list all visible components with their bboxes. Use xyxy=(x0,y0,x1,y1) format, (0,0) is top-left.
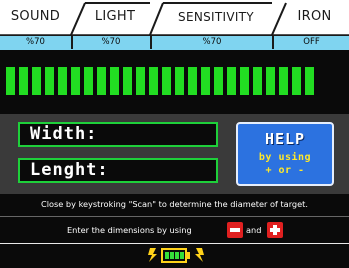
meter-segment xyxy=(279,67,288,95)
iron-value: OFF xyxy=(303,37,320,47)
scan-instruction: Close by keystroking "Scan" to determine… xyxy=(0,194,349,217)
dimension-instruction-text: Enter the dimensions by using xyxy=(67,225,192,235)
meter-segment xyxy=(6,67,15,95)
meter-segment xyxy=(240,67,249,95)
battery-cell xyxy=(180,252,184,259)
meter-segment xyxy=(45,67,54,95)
meter-segment xyxy=(123,67,132,95)
lightning-bolt-icon xyxy=(148,248,157,262)
meter-segment xyxy=(214,67,223,95)
meter-segment xyxy=(175,67,184,95)
width-label: Width: xyxy=(30,124,98,144)
help-line-2: + or - xyxy=(265,165,305,176)
meter-segment xyxy=(84,67,93,95)
meter-segment xyxy=(136,67,145,95)
meter-segments xyxy=(6,67,314,95)
meter-segment xyxy=(71,67,80,95)
tab-light[interactable]: LIGHT xyxy=(80,9,150,25)
detector-screen: SOUND LIGHT SENSITIVITY IRON %70 %70 %70… xyxy=(0,0,349,268)
tab-bar: SOUND LIGHT SENSITIVITY IRON xyxy=(0,0,349,36)
meter-segment xyxy=(32,67,41,95)
tab-sensitivity[interactable]: SENSITIVITY xyxy=(160,9,272,25)
meter-segment xyxy=(201,67,210,95)
plus-icon[interactable] xyxy=(267,222,283,238)
tab-sound[interactable]: SOUND xyxy=(0,9,71,25)
tab-iron[interactable]: IRON xyxy=(280,9,349,25)
minus-icon[interactable] xyxy=(227,222,243,238)
battery-cell xyxy=(170,252,174,259)
help-button[interactable]: HELP by using + or - xyxy=(236,122,334,186)
meter-segment xyxy=(58,67,67,95)
help-line-1: by using xyxy=(258,152,312,163)
meter-segment xyxy=(266,67,275,95)
status-bar xyxy=(0,244,349,268)
meter-segment xyxy=(97,67,106,95)
dimension-instruction: Enter the dimensions by using and xyxy=(0,217,349,243)
meter-segment xyxy=(19,67,28,95)
meter-segment xyxy=(188,67,197,95)
battery-tip xyxy=(187,252,190,259)
battery-icon xyxy=(161,248,187,263)
signal-meter xyxy=(0,50,349,114)
width-field[interactable]: Width: xyxy=(18,122,218,147)
meter-segment xyxy=(162,67,171,95)
battery-cell xyxy=(165,252,169,259)
meter-segment xyxy=(253,67,262,95)
and-text: and xyxy=(246,225,262,235)
help-title: HELP xyxy=(264,130,306,148)
meter-segment xyxy=(110,67,119,95)
meter-segment xyxy=(292,67,301,95)
meter-segment xyxy=(305,67,314,95)
light-value: %70 xyxy=(101,37,121,47)
length-field[interactable]: Lenght: xyxy=(18,158,218,183)
lightning-bolt-icon xyxy=(195,248,204,262)
battery-cell xyxy=(175,252,179,259)
meter-segment xyxy=(149,67,158,95)
sensitivity-value: %70 xyxy=(202,37,222,47)
sound-value: %70 xyxy=(26,37,45,47)
meter-segment xyxy=(227,67,236,95)
length-label: Lenght: xyxy=(30,160,109,180)
scan-instruction-text: Close by keystroking "Scan" to determine… xyxy=(41,199,308,209)
